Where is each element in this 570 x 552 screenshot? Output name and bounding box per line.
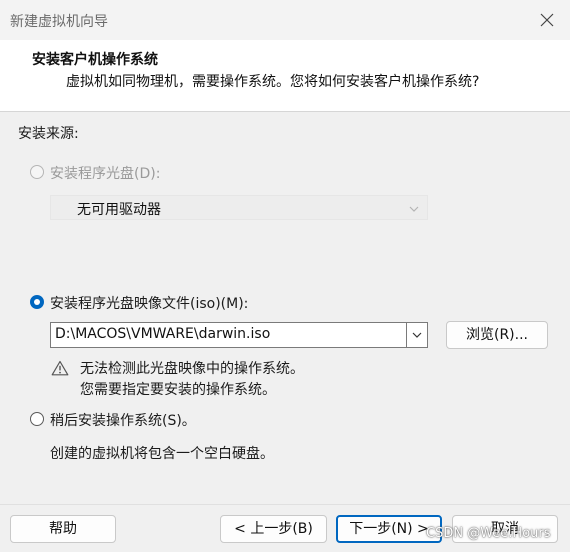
page-title: 安装客户机操作系统 [32, 52, 158, 68]
watermark: CSDN @Wee.Hours [426, 526, 551, 541]
install-source-label: 安装来源: [18, 126, 79, 142]
iso-path-dropdown-button[interactable] [406, 323, 427, 347]
page-subtitle: 虚拟机如同物理机，需要操作系统。您将如何安装客户机操作系统? [66, 74, 480, 90]
chevron-down-icon [412, 332, 422, 338]
disc-drive-value: 无可用驱动器 [77, 202, 161, 218]
chevron-down-icon [409, 204, 419, 215]
close-button[interactable] [532, 6, 562, 34]
iso-option-label[interactable]: 安装程序光盘映像文件(iso)(M): [50, 293, 248, 313]
window-title: 新建虚拟机向导 [10, 14, 108, 30]
iso-path-input[interactable]: D:\MACOS\VMWARE\darwin.iso [55, 326, 270, 342]
install-later-description: 创建的虚拟机将包含一个空白硬盘。 [50, 446, 274, 462]
disc-drive-select: 无可用驱动器 [50, 195, 428, 220]
iso-radio[interactable] [30, 295, 44, 309]
warning-line-2: 您需要指定要安装的操作系统。 [80, 382, 276, 398]
warning-icon [51, 360, 69, 376]
back-button[interactable]: < 上一步(B) [220, 515, 327, 543]
title-bar: 新建虚拟机向导 [0, 0, 570, 40]
install-later-label[interactable]: 稍后安装操作系统(S)。 [50, 410, 196, 430]
close-icon [540, 13, 554, 27]
install-later-radio[interactable] [30, 412, 44, 426]
iso-path-combo[interactable]: D:\MACOS\VMWARE\darwin.iso [50, 322, 428, 348]
browse-button[interactable]: 浏览(R)... [446, 321, 548, 349]
disc-radio [30, 165, 44, 179]
warning-line-1: 无法检测此光盘映像中的操作系统。 [80, 361, 304, 377]
help-button[interactable]: 帮助 [10, 515, 116, 543]
disc-option-label: 安装程序光盘(D): [50, 166, 161, 182]
wizard-header: 安装客户机操作系统 虚拟机如同物理机，需要操作系统。您将如何安装客户机操作系统? [0, 40, 570, 112]
